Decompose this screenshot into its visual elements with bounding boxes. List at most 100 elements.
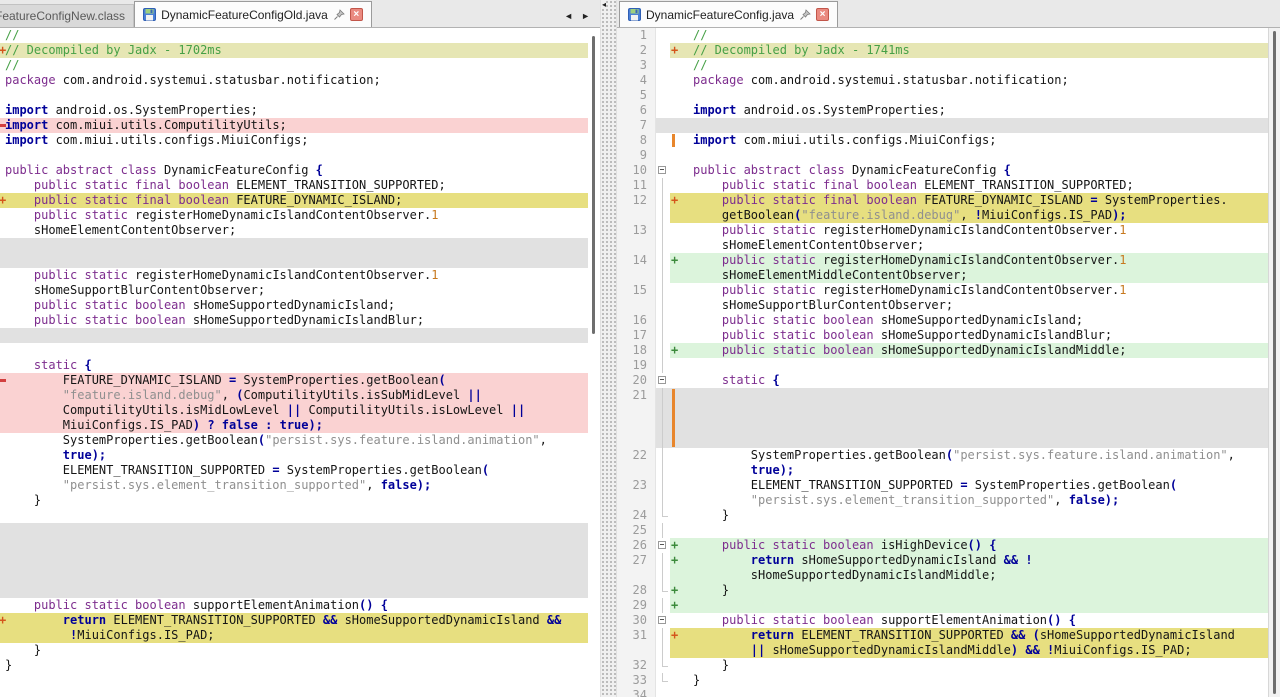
line-number: 32 [617, 658, 656, 673]
code-line [0, 88, 588, 103]
scrollbar-thumb[interactable] [592, 36, 595, 334]
line-number: 24 [617, 508, 656, 523]
code-line: 20 static { [617, 373, 1268, 388]
left-editor-scrollbar [588, 28, 600, 697]
line-number: 11 [617, 178, 656, 193]
fold-gutter [656, 673, 670, 688]
code-line: 19 [617, 358, 1268, 373]
diff-added-marker [670, 598, 681, 613]
fold-gutter [656, 553, 670, 568]
code-line: public static final boolean FEATURE_DYNA… [0, 193, 588, 208]
marker-gutter [670, 208, 681, 223]
tab-scroll-right-icon[interactable]: ► [581, 11, 590, 21]
code-line: 3 // [617, 58, 1268, 73]
diff-changed-marker [670, 193, 681, 208]
diff-removed-marker [0, 373, 8, 388]
code-line: // [0, 28, 588, 43]
code-text: } [5, 643, 42, 657]
fold-toggle-icon[interactable] [656, 163, 670, 178]
code-line: public abstract class DynamicFeatureConf… [0, 163, 588, 178]
code-text: import com.miui.utils.configs.MiuiConfig… [5, 133, 309, 147]
close-icon[interactable]: × [349, 8, 363, 21]
marker-gutter [670, 448, 681, 463]
code-line: ELEMENT_TRANSITION_SUPPORTED = SystemPro… [0, 463, 588, 478]
fold-gutter [656, 43, 670, 58]
fold-gutter [656, 343, 670, 358]
code-line: 13 public static registerHomeDynamicIsla… [617, 223, 1268, 238]
code-text: public static boolean supportElementAnim… [33, 598, 388, 612]
line-number [617, 298, 656, 313]
fold-gutter [656, 283, 670, 298]
code-text: public abstract class DynamicFeatureConf… [5, 163, 323, 177]
code-line: import com.miui.utils.configs.MiuiConfig… [0, 133, 588, 148]
code-line: 33} [617, 673, 1268, 688]
marker-gutter [670, 328, 681, 343]
tab-featureconfignew[interactable]: FeatureConfigNew.class [0, 4, 135, 27]
code-line: import com.miui.utils.ComputilityUtils; [0, 118, 588, 133]
line-number: 1 [617, 28, 656, 43]
code-line: 2 // Decompiled by Jadx - 1741ms [617, 43, 1268, 58]
diff-gap-row [0, 523, 588, 598]
fold-toggle-icon[interactable] [656, 613, 670, 628]
fold-gutter [656, 148, 670, 163]
code-text: return ELEMENT_TRANSITION_SUPPORTED && (… [681, 628, 1268, 643]
line-number: 26 [617, 538, 656, 553]
left-code-editor: //// Decompiled by Jadx - 1702ms//packag… [0, 28, 588, 697]
tab-dynamicfeatureconfig[interactable]: DynamicFeatureConfig.java × [619, 1, 839, 27]
code-text: || sHomeSupportedDynamicIslandMiddle) &&… [681, 643, 1268, 658]
close-icon[interactable]: × [816, 8, 830, 21]
fold-gutter [656, 118, 670, 133]
code-line: 6 import android.os.SystemProperties; [617, 103, 1268, 118]
marker-gutter [670, 103, 681, 118]
code-line: sHomeElementMiddleContentObserver; [617, 268, 1268, 283]
diff-changed-marker [670, 43, 681, 58]
line-number: 16 [617, 313, 656, 328]
code-line [0, 508, 588, 523]
code-line: package com.android.systemui.statusbar.n… [0, 73, 588, 88]
tab-dynamicfeatureconfigold[interactable]: DynamicFeatureConfigOld.java × [134, 1, 372, 27]
code-line: static { [0, 358, 588, 373]
code-line: !MiuiConfigs.IS_PAD; [0, 628, 588, 643]
code-text: // Decompiled by Jadx - 1741ms [681, 43, 1268, 58]
line-number: 12 [617, 193, 656, 208]
tab-scroll-left-icon[interactable]: ◄ [564, 11, 573, 21]
code-line: "persist.sys.element_transition_supporte… [617, 493, 1268, 508]
panel-splitter[interactable]: ◂ [600, 0, 617, 697]
marker-gutter [670, 523, 681, 538]
code-line: 29 [617, 598, 1268, 613]
marker-gutter [670, 358, 681, 373]
tab-label: DynamicFeatureConfigOld.java [161, 7, 328, 22]
code-line: "feature.island.debug", (ComputilityUtil… [0, 388, 588, 403]
pin-icon[interactable] [333, 8, 345, 21]
line-number: 31 [617, 628, 656, 643]
pin-icon[interactable] [799, 8, 811, 21]
code-line: import android.os.SystemProperties; [0, 103, 588, 118]
floppy-save-icon [143, 8, 157, 21]
line-number: 27 [617, 553, 656, 568]
fold-gutter [656, 88, 670, 103]
marker-gutter [670, 163, 681, 178]
splitter-collapse-left-icon[interactable]: ◂ [602, 1, 607, 9]
code-line: FEATURE_DYNAMIC_ISLAND = SystemPropertie… [0, 373, 588, 388]
marker-gutter [670, 28, 681, 43]
code-text: public static boolean sHomeSupportedDyna… [33, 298, 396, 312]
line-number: 4 [617, 73, 656, 88]
line-number [617, 208, 656, 223]
code-text: ComputilityUtils.isMidLowLevel || Comput… [5, 403, 526, 417]
marker-gutter [670, 508, 681, 523]
code-line: 17 public static boolean sHomeSupportedD… [617, 328, 1268, 343]
fold-toggle-icon[interactable] [656, 538, 670, 553]
fold-gutter [656, 58, 670, 73]
line-number: 9 [617, 148, 656, 163]
scrollbar-thumb[interactable] [1273, 31, 1276, 694]
code-line: public static registerHomeDynamicIslandC… [0, 208, 588, 223]
code-line: SystemProperties.getBoolean("persist.sys… [0, 433, 588, 448]
fold-toggle-icon[interactable] [656, 373, 670, 388]
line-number: 13 [617, 223, 656, 238]
diff-changed-bar [670, 388, 681, 448]
